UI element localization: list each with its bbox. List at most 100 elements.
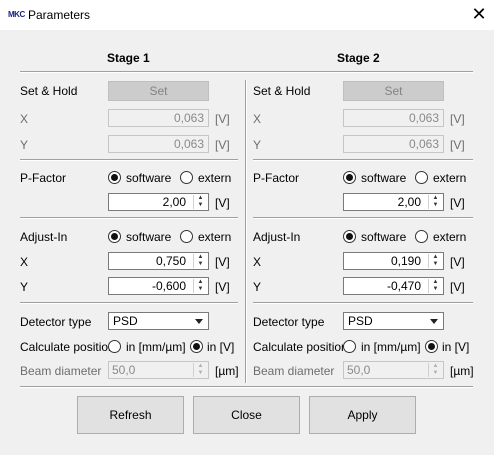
stage1-pfactor-value: 2,00 [162, 195, 186, 209]
close-button[interactable]: Close [193, 396, 300, 434]
stage2-divider-3 [253, 302, 473, 304]
app-logo: MKC [8, 10, 25, 19]
stage2-set-button[interactable]: Set [343, 81, 444, 101]
stage2-pfactor-extern-label: extern [433, 171, 467, 185]
stage2-pfactor-extern-radio[interactable] [415, 171, 428, 184]
stage1-calc-v-radio[interactable] [190, 340, 203, 353]
stage2-adjust-x-unit: [V] [450, 255, 465, 269]
stage1-x-label: X [20, 112, 29, 126]
spin-arrows-icon[interactable]: ▲ ▼ [193, 195, 207, 209]
stage2-adjust-software-label: software [361, 230, 407, 244]
spin-arrows-icon[interactable]: ▲ ▼ [428, 254, 442, 268]
stage2-adjust-extern-radio[interactable] [415, 230, 428, 243]
stage2-calc-v-label: in [V] [442, 340, 470, 354]
stage1-adjust-software-radio[interactable] [108, 230, 121, 243]
stage1-adjust-x-spinbox[interactable]: 0,750 ▲ ▼ [108, 252, 209, 270]
stage1-x-unit: [V] [215, 112, 230, 126]
stage1-adjust-x-unit: [V] [215, 255, 230, 269]
spin-arrows-icon[interactable]: ▲ ▼ [428, 363, 442, 377]
stage2-adjust-software-radio[interactable] [343, 230, 356, 243]
stage2-pfactor-label: P-Factor [253, 171, 300, 185]
stage2-beam-label: Beam diameter [253, 364, 335, 378]
stage2-calc-mm-label: in [mm/µm] [361, 340, 421, 354]
stage1-detector-select[interactable]: PSD [108, 312, 209, 330]
stage1-adjust-y-unit: [V] [215, 280, 230, 294]
apply-button[interactable]: Apply [309, 396, 416, 434]
stage2-detector-label: Detector type [253, 315, 325, 329]
stage1-pfactor-label: P-Factor [20, 171, 67, 185]
stage2-divider-2 [253, 217, 473, 219]
stage2-adjust-x-label: X [253, 255, 262, 269]
stage2-adjust-x-spinbox[interactable]: 0,190 ▲ ▼ [343, 252, 444, 270]
stage1-adjust-y-value: -0,600 [151, 279, 186, 293]
stage2-pfactor-spinbox[interactable]: 2,00 ▲ ▼ [343, 193, 444, 211]
stage1-pfactor-unit: [V] [215, 196, 230, 210]
stage1-calc-label: Calculate position [20, 340, 115, 354]
stage2-x-field[interactable]: 0,063 [343, 109, 444, 127]
stage1-x-field[interactable]: 0,063 [108, 109, 209, 127]
stage1-adjust-x-label: X [20, 255, 29, 269]
stage1-pfactor-software-radio[interactable] [108, 171, 121, 184]
header-divider [20, 71, 473, 73]
spin-arrows-icon[interactable]: ▲ ▼ [428, 279, 442, 293]
stage1-adjust-x-value: 0,750 [155, 254, 186, 268]
stage2-x-unit: [V] [450, 112, 465, 126]
stage2-adjust-y-spinbox[interactable]: -0,470 ▲ ▼ [343, 277, 444, 295]
stage1-divider-2 [20, 217, 238, 219]
stage2-beam-spinbox[interactable]: 50,0 ▲ ▼ [343, 361, 444, 379]
stage1-set-hold-label: Set & Hold [20, 84, 78, 98]
stage1-beam-label: Beam diameter [20, 364, 102, 378]
stage1-adjust-extern-label: extern [198, 230, 232, 244]
stage1-adjust-y-spinbox[interactable]: -0,600 ▲ ▼ [108, 277, 209, 295]
stage2-adjust-extern-label: extern [433, 230, 467, 244]
spin-arrows-icon[interactable]: ▲ ▼ [193, 279, 207, 293]
stage2-adjust-y-value: -0,470 [386, 279, 421, 293]
stage1-adjust-y-label: Y [20, 280, 29, 294]
stage1-calc-v-label: in [V] [207, 340, 235, 354]
stage2-adjust-x-value: 0,190 [390, 254, 421, 268]
spin-arrows-icon[interactable]: ▲ ▼ [428, 195, 442, 209]
stage1-detector-value: PSD [113, 314, 138, 328]
stage2-beam-value: 50,0 [347, 363, 371, 377]
window-title: Parameters [28, 8, 91, 22]
stage1-calc-mm-label: in [mm/µm] [126, 340, 186, 354]
stage1-beam-unit: [µm] [215, 364, 239, 378]
stage1-pfactor-extern-label: extern [198, 171, 232, 185]
stage2-detector-select[interactable]: PSD [343, 312, 444, 330]
stage2-calc-mm-radio[interactable] [343, 340, 356, 353]
stage1-detector-label: Detector type [20, 315, 92, 329]
stage1-set-button[interactable]: Set [108, 81, 209, 101]
title-bar: MKC Parameters ✕ [0, 0, 494, 30]
stage1-adjust-label: Adjust-In [20, 230, 68, 244]
spin-arrows-icon[interactable]: ▲ ▼ [193, 254, 207, 268]
stage1-adjust-software-label: software [126, 230, 172, 244]
stage2-beam-unit: [µm] [450, 364, 474, 378]
stage1-beam-spinbox[interactable]: 50,0 ▲ ▼ [108, 361, 209, 379]
stage1-header: Stage 1 [107, 51, 150, 65]
stage2-x-label: X [253, 112, 262, 126]
stage2-pfactor-software-radio[interactable] [343, 171, 356, 184]
footer-divider [20, 386, 473, 388]
stage2-y-unit: [V] [450, 138, 465, 152]
stage2-y-field[interactable]: 0,063 [343, 135, 444, 153]
stage2-pfactor-unit: [V] [450, 196, 465, 210]
stage1-pfactor-extern-radio[interactable] [180, 171, 193, 184]
stage1-pfactor-spinbox[interactable]: 2,00 ▲ ▼ [108, 193, 209, 211]
close-icon[interactable]: ✕ [470, 4, 488, 24]
stage2-adjust-y-label: Y [253, 280, 262, 294]
refresh-button[interactable]: Refresh [77, 396, 184, 434]
stage1-beam-value: 50,0 [112, 363, 136, 377]
stage2-calc-label: Calculate position [253, 340, 348, 354]
stage1-adjust-extern-radio[interactable] [180, 230, 193, 243]
stage2-divider-1 [253, 159, 473, 161]
stage1-y-unit: [V] [215, 138, 230, 152]
stage2-y-label: Y [253, 138, 262, 152]
stage1-calc-mm-radio[interactable] [108, 340, 121, 353]
stage2-calc-v-radio[interactable] [425, 340, 438, 353]
stage1-y-field[interactable]: 0,063 [108, 135, 209, 153]
chevron-down-icon [195, 319, 203, 324]
stage1-divider-1 [20, 159, 238, 161]
stage1-divider-3 [20, 302, 238, 304]
spin-arrows-icon[interactable]: ▲ ▼ [193, 363, 207, 377]
stage1-pfactor-software-label: software [126, 171, 172, 185]
